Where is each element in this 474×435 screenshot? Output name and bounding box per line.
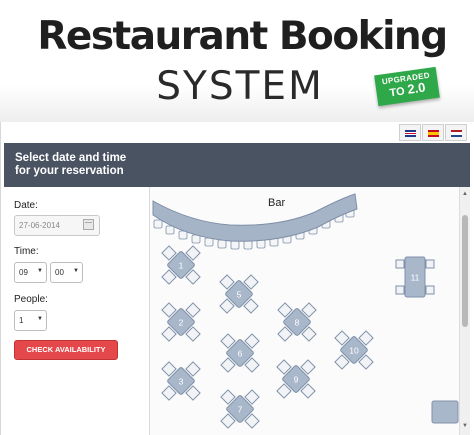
floor-plan-canvas: 1 2 3 5 6 7 8 9 10 11: [152, 193, 459, 429]
table-3[interactable]: 3: [161, 361, 201, 401]
reservation-form: Date: 27-06-2014 Time: 09 ▼ 00 ▼ People:…: [4, 187, 149, 435]
chevron-down-icon: ▼: [37, 316, 43, 322]
chevron-down-icon: ▼: [37, 268, 43, 274]
bar-counter: [152, 193, 358, 250]
booking-widget: Select date and time for your reservatio…: [0, 122, 474, 435]
chair: [425, 285, 435, 295]
table-number: 8: [295, 318, 300, 328]
hero-banner: Restaurant Booking SYSTEM UPGRADED TO 2.…: [0, 0, 474, 122]
bar-stool: [191, 234, 201, 244]
spain-flag-icon: [428, 130, 439, 137]
hour-value: 09: [19, 268, 28, 277]
chair: [395, 285, 405, 295]
table-6[interactable]: 6: [220, 333, 260, 373]
language-spanish-button[interactable]: [422, 124, 444, 141]
table-number: 7: [238, 405, 243, 415]
panel-header: Select date and time for your reservatio…: [4, 143, 470, 187]
hour-select[interactable]: 09 ▼: [14, 262, 47, 283]
header-line-2: for your reservation: [15, 165, 124, 177]
bar-stool: [178, 230, 188, 240]
bar-stool: [230, 240, 240, 250]
calendar-icon[interactable]: [83, 219, 94, 230]
bar-stool: [153, 219, 163, 229]
check-availability-button[interactable]: CHECK AVAILABILITY: [14, 340, 118, 360]
uk-flag-icon: [405, 130, 416, 137]
bar-stool: [165, 225, 175, 235]
table-1[interactable]: 1: [161, 245, 201, 285]
bar-stool: [217, 239, 227, 249]
minute-value: 00: [55, 268, 64, 277]
hero-subtitle: SYSTEM: [156, 64, 324, 109]
language-english-button[interactable]: [399, 124, 421, 141]
bar-stool: [243, 240, 253, 250]
table-5[interactable]: 5: [219, 274, 259, 314]
language-dutch-button[interactable]: [445, 124, 467, 141]
scrollbar-thumb[interactable]: [462, 215, 468, 327]
table-number: 5: [237, 290, 242, 300]
chevron-down-icon: ▼: [73, 268, 79, 274]
chair: [395, 259, 405, 269]
people-value: 1: [19, 316, 24, 325]
scroll-up-icon[interactable]: ▲: [462, 191, 468, 197]
floor-plan: 1 2 3 5 6 7 8 9 10 11: [149, 187, 459, 435]
header-line-1: Select date and time: [15, 152, 127, 164]
table-number: 2: [179, 318, 184, 328]
table-11[interactable]: 11: [395, 256, 435, 298]
bar-label: Bar: [268, 197, 286, 209]
netherlands-flag-icon: [451, 130, 462, 137]
floor-plan-scrollbar[interactable]: ▲ ▼: [459, 187, 470, 435]
upgrade-badge: UPGRADED TO 2.0: [374, 66, 440, 107]
people-select[interactable]: 1 ▼: [14, 310, 47, 331]
minute-select[interactable]: 00 ▼: [50, 262, 83, 283]
table-number: 3: [179, 377, 184, 387]
partial-table[interactable]: [431, 400, 459, 424]
bar-stool: [204, 237, 214, 247]
scroll-down-icon[interactable]: ▼: [462, 423, 468, 429]
table-9[interactable]: 9: [276, 359, 316, 399]
table-8[interactable]: 8: [277, 302, 317, 342]
time-label: Time:: [14, 246, 39, 257]
table-number: 10: [349, 346, 359, 356]
badge-version-number: 2.0: [406, 79, 427, 97]
hero-title: Restaurant Booking: [37, 14, 448, 59]
table-2[interactable]: 2: [161, 302, 201, 342]
table-10[interactable]: 10: [334, 330, 374, 370]
table-number: 1: [179, 261, 184, 271]
language-bar: [1, 122, 474, 142]
bar-stool: [256, 239, 266, 249]
chair: [425, 259, 435, 269]
table-number: 6: [238, 349, 243, 359]
date-value: 27-06-2014: [19, 221, 60, 230]
people-label: People:: [14, 294, 48, 305]
table-number: 11: [411, 273, 420, 283]
badge-to-text: TO: [388, 85, 406, 100]
table-7[interactable]: 7: [220, 389, 260, 429]
date-label: Date:: [14, 200, 38, 211]
table-number: 9: [294, 375, 299, 385]
